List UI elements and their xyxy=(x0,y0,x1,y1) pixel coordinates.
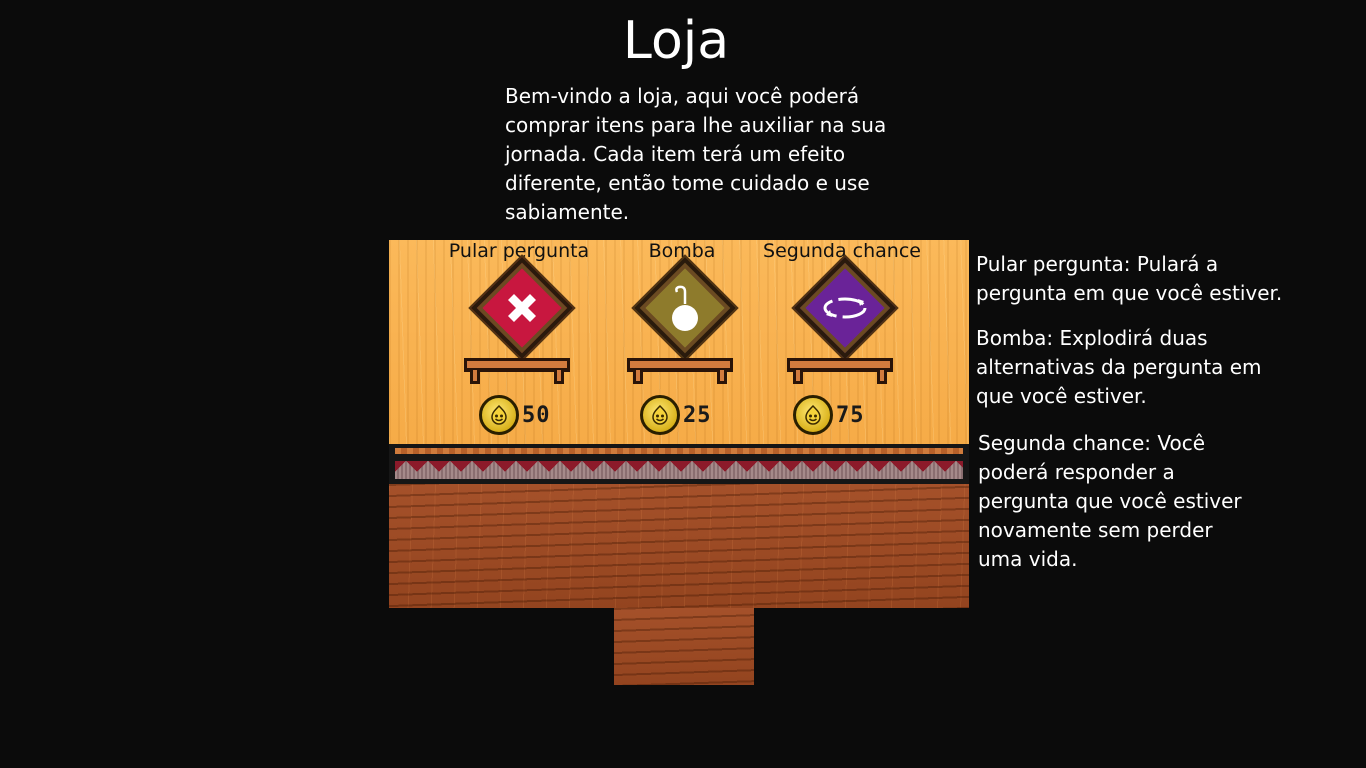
item-frame[interactable] xyxy=(794,257,896,359)
item-price: 25 xyxy=(640,395,712,435)
counter-top-trim xyxy=(389,444,969,458)
price-value: 50 xyxy=(522,402,551,428)
shop-item-skip-question[interactable]: Pular pergunta 50 xyxy=(429,240,609,444)
description-skip-question: Pular pergunta: Pulará a pergunta em que… xyxy=(976,252,1283,305)
description-bomb: Bomba: Explodirá duas alternativas da pe… xyxy=(976,326,1262,408)
item-shelf xyxy=(627,358,733,388)
counter-base xyxy=(614,608,754,685)
item-price: 75 xyxy=(793,395,865,435)
item-shelf xyxy=(464,358,570,388)
shop-screen: Loja Bem-vindo a loja, aqui você poderá … xyxy=(0,0,1366,768)
bomb-icon xyxy=(653,276,717,340)
shop-item-second-chance[interactable]: Segunda chance 75 xyxy=(752,240,932,444)
item-frame[interactable] xyxy=(471,257,573,359)
item-price: 50 xyxy=(479,395,551,435)
shop-intro-text: Bem-vindo a loja, aqui você poderá compr… xyxy=(505,84,887,224)
price-value: 25 xyxy=(683,402,712,428)
red-x-icon xyxy=(490,276,554,340)
coin-icon xyxy=(640,395,680,435)
shop-counter xyxy=(389,484,969,608)
coin-icon xyxy=(793,395,833,435)
price-value: 75 xyxy=(836,402,865,428)
description-second-chance: Segunda chance: Você poderá responder a … xyxy=(978,431,1242,571)
item-shelf xyxy=(787,358,893,388)
coin-icon xyxy=(479,395,519,435)
shop-item-bomb[interactable]: Bomba 25 xyxy=(592,240,772,444)
second-chance-icon xyxy=(813,276,877,340)
item-frame[interactable] xyxy=(634,257,736,359)
page-title: Loja xyxy=(622,11,730,71)
counter-decor-band xyxy=(389,458,969,484)
